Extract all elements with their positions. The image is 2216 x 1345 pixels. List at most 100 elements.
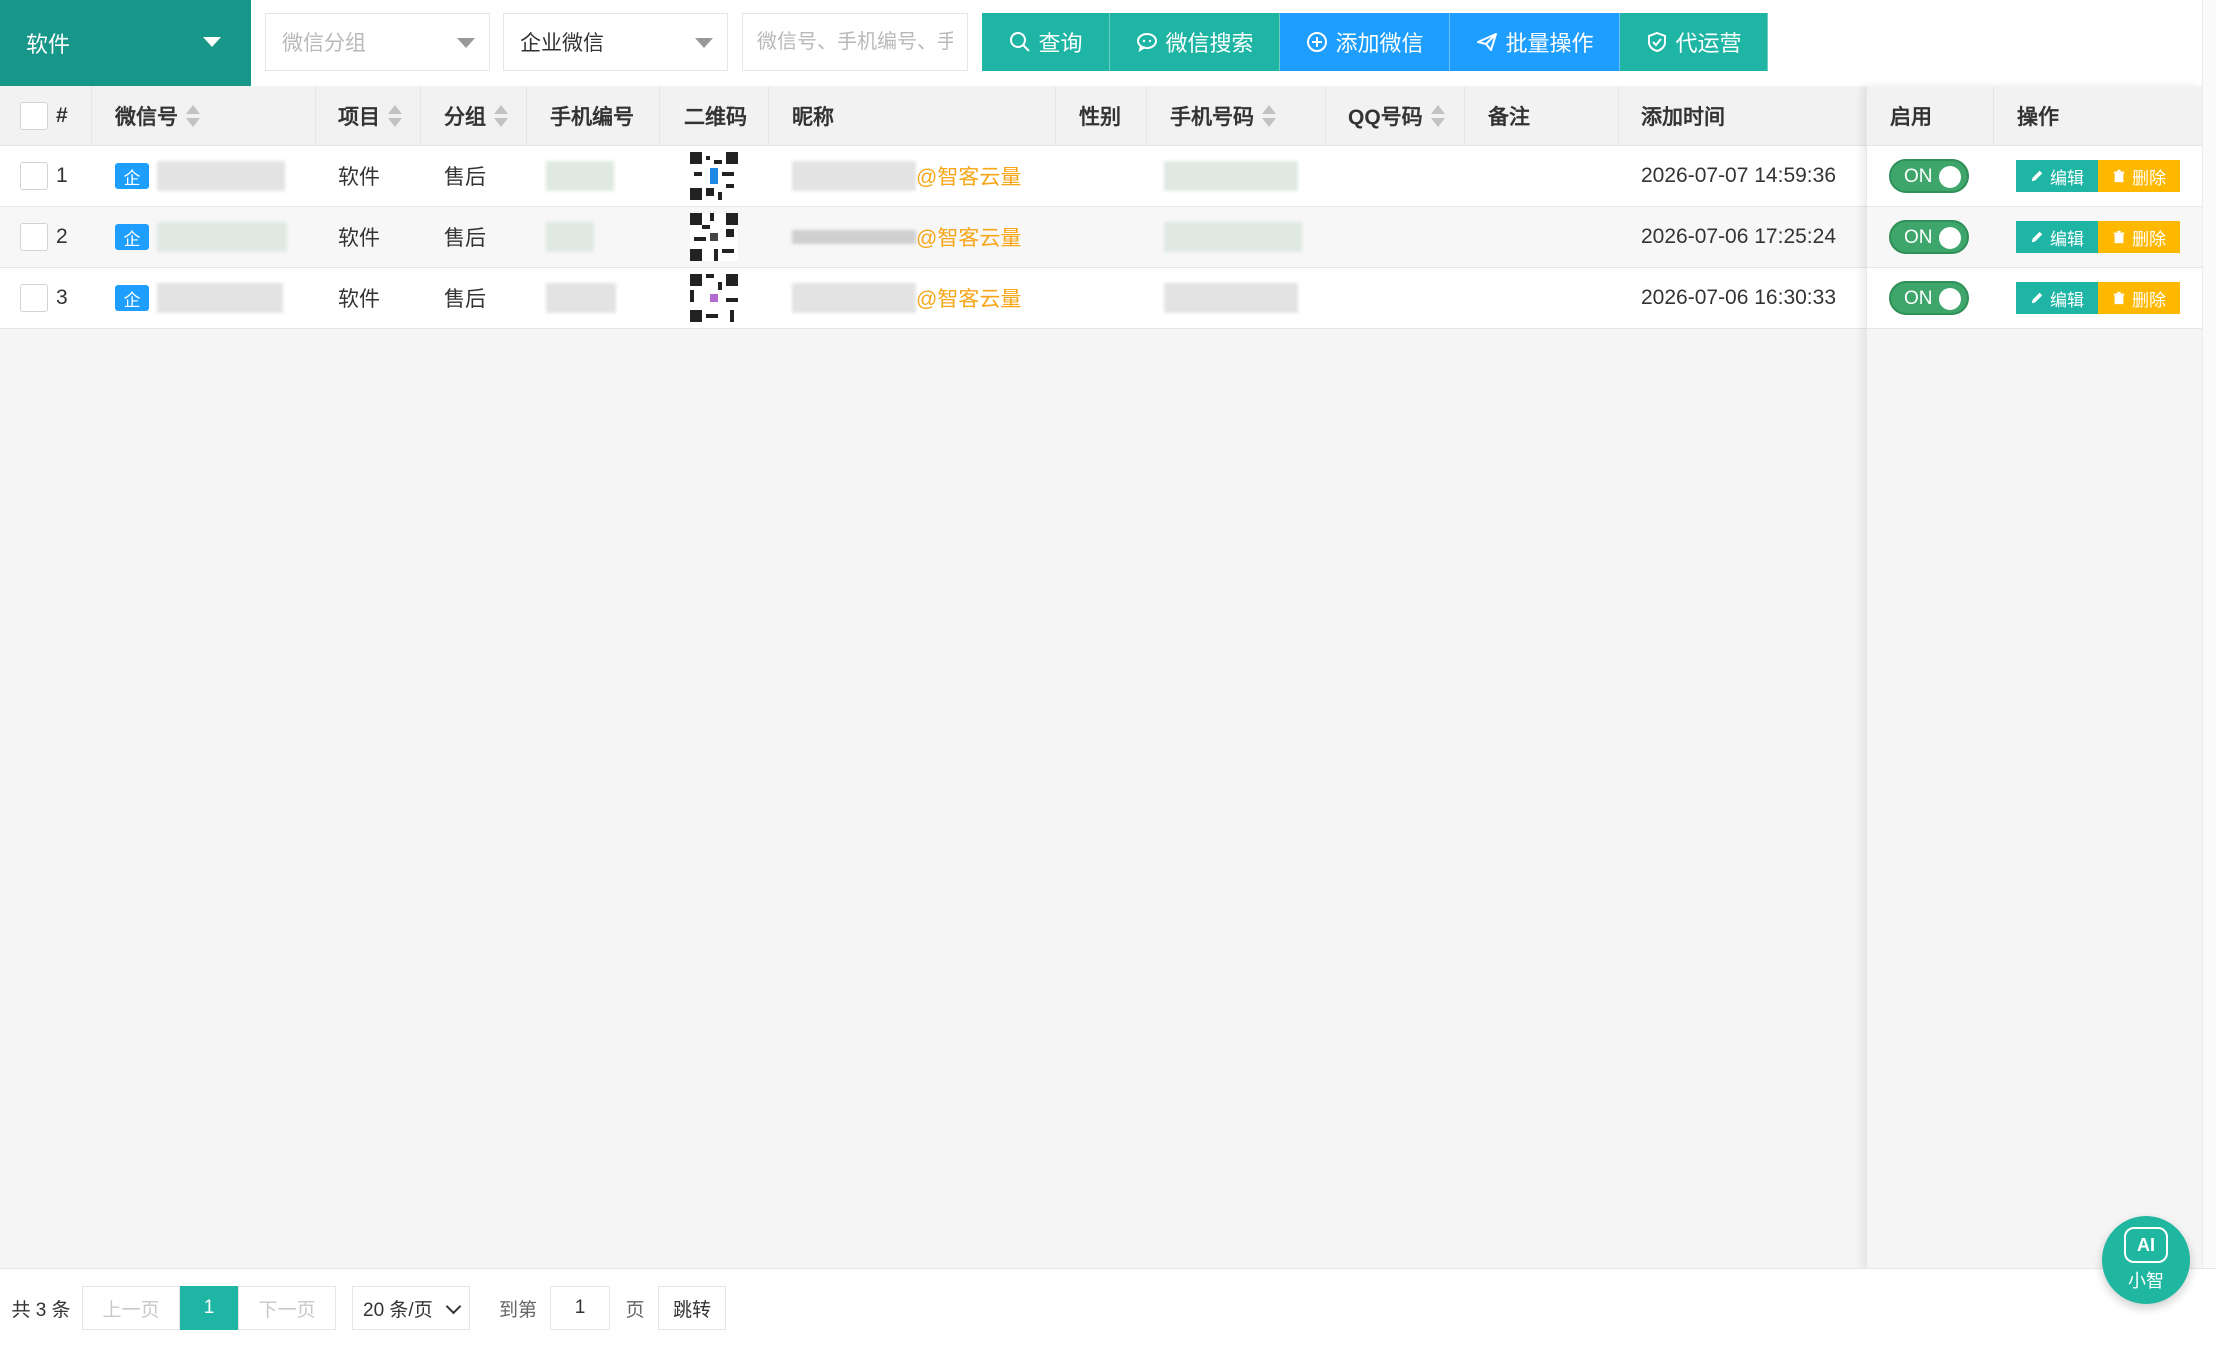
jump-button[interactable]: 跳转 <box>658 1286 726 1330</box>
row-project: 软件 <box>338 166 380 189</box>
sort-icon[interactable] <box>388 103 402 129</box>
page-size-select[interactable]: 20 条/页 <box>352 1286 470 1330</box>
agent-ops-button[interactable]: 代运营 <box>1620 13 1768 71</box>
header-qq[interactable]: QQ号码 <box>1348 86 1445 145</box>
row-project: 软件 <box>338 288 380 311</box>
edit-button[interactable]: 编辑 <box>2016 160 2098 192</box>
current-page[interactable]: 1 <box>180 1286 238 1330</box>
nickname-redacted <box>792 230 916 244</box>
header-added-time: 添加时间 <box>1641 105 1725 129</box>
header-wechat-id[interactable]: 微信号 <box>115 86 200 145</box>
edit-button-label: 编辑 <box>2050 229 2084 249</box>
project-select-value: 软件 <box>26 32 71 57</box>
fixed-right-columns: 启用 操作 ON 编辑 删除 ON 编辑 删除 ON 编辑 删除 <box>1866 86 2203 1268</box>
row-added-time: 2026-07-06 17:25:24 <box>1641 225 1836 248</box>
sort-icon[interactable] <box>1262 103 1276 129</box>
page-unit-label: 页 <box>625 1299 645 1321</box>
header-project[interactable]: 项目 <box>338 86 402 145</box>
paper-plane-icon <box>1477 33 1498 51</box>
phone-redacted <box>1164 283 1298 313</box>
wechat-type-select[interactable]: 企业微信 <box>503 13 728 71</box>
enterprise-badge: 企 <box>115 224 149 250</box>
qrcode-icon[interactable] <box>690 213 738 261</box>
wechat-search-button[interactable]: 微信搜索 <box>1110 13 1280 71</box>
row-index: 2 <box>56 225 68 248</box>
next-page-button[interactable]: 下一页 <box>238 1286 336 1330</box>
edit-button[interactable]: 编辑 <box>2016 282 2098 314</box>
header-gender: 性别 <box>1079 105 1121 129</box>
sort-icon[interactable] <box>494 103 508 129</box>
checkbox[interactable] <box>20 101 48 130</box>
table-row[interactable]: 1 企 软件 售后 @智客云量 2026-07-07 14:59:36 <box>0 146 1866 207</box>
trash-icon <box>2113 291 2125 305</box>
row-checkbox[interactable] <box>20 284 48 312</box>
chevron-down-icon <box>445 1298 462 1315</box>
add-wechat-button-label: 添加微信 <box>1335 31 1424 56</box>
wechat-id-redacted <box>157 222 287 252</box>
search-input[interactable] <box>742 13 968 71</box>
enable-toggle[interactable]: ON <box>1889 159 1969 193</box>
search-icon <box>1010 32 1031 52</box>
sort-icon[interactable] <box>1430 103 1445 129</box>
delete-button[interactable]: 删除 <box>2098 160 2180 192</box>
edit-button-label: 编辑 <box>2050 168 2084 188</box>
phone-no-redacted <box>546 161 614 191</box>
pagination-bar: 共 3 条 上一页 1 下一页 20 条/页 到第 1 页 跳转 <box>0 1268 2216 1345</box>
caret-down-icon <box>457 38 475 48</box>
qrcode-icon[interactable] <box>690 274 738 322</box>
delete-button[interactable]: 删除 <box>2098 282 2180 314</box>
ai-assistant-button[interactable]: AI 小智 <box>2102 1216 2190 1304</box>
pencil-icon <box>2031 231 2043 243</box>
header-project-label: 项目 <box>338 105 380 129</box>
edit-button[interactable]: 编辑 <box>2016 221 2098 253</box>
prev-page-button[interactable]: 上一页 <box>82 1286 180 1330</box>
toggle-knob <box>1939 166 1961 188</box>
select-all-checkbox[interactable] <box>20 86 48 145</box>
pencil-icon <box>2031 170 2043 182</box>
phone-redacted <box>1164 222 1302 252</box>
qrcode-icon[interactable] <box>690 152 738 200</box>
shield-check-icon <box>1648 31 1667 53</box>
header-index: # <box>56 103 68 127</box>
enterprise-badge: 企 <box>115 163 149 189</box>
wechat-icon <box>1137 33 1158 53</box>
toggle-label: ON <box>1904 288 1933 309</box>
header-actions: 操作 <box>2017 105 2059 129</box>
row-index: 3 <box>56 286 68 309</box>
sort-icon[interactable] <box>186 103 200 129</box>
add-wechat-button[interactable]: 添加微信 <box>1280 13 1450 71</box>
header-qq-label: QQ号码 <box>1348 105 1423 129</box>
table-header: # 微信号 项目 分组 手机编号 二维码 昵称 性别 手机号码 QQ号码 备注 … <box>0 86 1866 146</box>
table-row[interactable]: 2 企 软件 售后 @智客云量 2026-07-06 17:25:24 <box>0 207 1866 268</box>
vertical-scrollbar[interactable] <box>2202 0 2216 1268</box>
goto-page-input[interactable]: 1 <box>550 1286 610 1330</box>
wechat-group-placeholder: 微信分组 <box>282 32 366 55</box>
header-remark: 备注 <box>1488 105 1530 129</box>
ai-assistant-label: 小智 <box>2128 1271 2164 1291</box>
row-checkbox[interactable] <box>20 223 48 251</box>
enable-toggle[interactable]: ON <box>1889 281 1969 315</box>
wechat-group-select[interactable]: 微信分组 <box>265 13 490 71</box>
wechat-id-redacted <box>157 161 285 191</box>
caret-down-icon <box>203 37 221 47</box>
header-enabled: 启用 <box>1890 105 1932 129</box>
batch-ops-button[interactable]: 批量操作 <box>1450 13 1620 71</box>
table-row[interactable]: 3 企 软件 售后 @智客云量 2026-07-06 16:30:33 <box>0 268 1866 329</box>
row-checkbox[interactable] <box>20 162 48 190</box>
delete-button-label: 删除 <box>2132 229 2166 249</box>
nickname-redacted <box>792 283 916 313</box>
delete-button[interactable]: 删除 <box>2098 221 2180 253</box>
agent-ops-button-label: 代运营 <box>1675 31 1742 56</box>
delete-button-label: 删除 <box>2132 168 2166 188</box>
header-group[interactable]: 分组 <box>444 86 508 145</box>
row-project: 软件 <box>338 227 380 250</box>
total-count: 共 3 条 <box>11 1299 71 1321</box>
nickname-suffix: @智客云量 <box>916 227 1022 250</box>
phone-redacted <box>1164 161 1298 191</box>
header-phone-no: 手机编号 <box>550 105 634 129</box>
query-button[interactable]: 查询 <box>982 13 1110 71</box>
enable-toggle[interactable]: ON <box>1889 220 1969 254</box>
project-select[interactable]: 软件 <box>0 0 251 86</box>
header-phone[interactable]: 手机号码 <box>1170 86 1276 145</box>
ai-robot-icon: AI <box>2124 1227 2168 1263</box>
